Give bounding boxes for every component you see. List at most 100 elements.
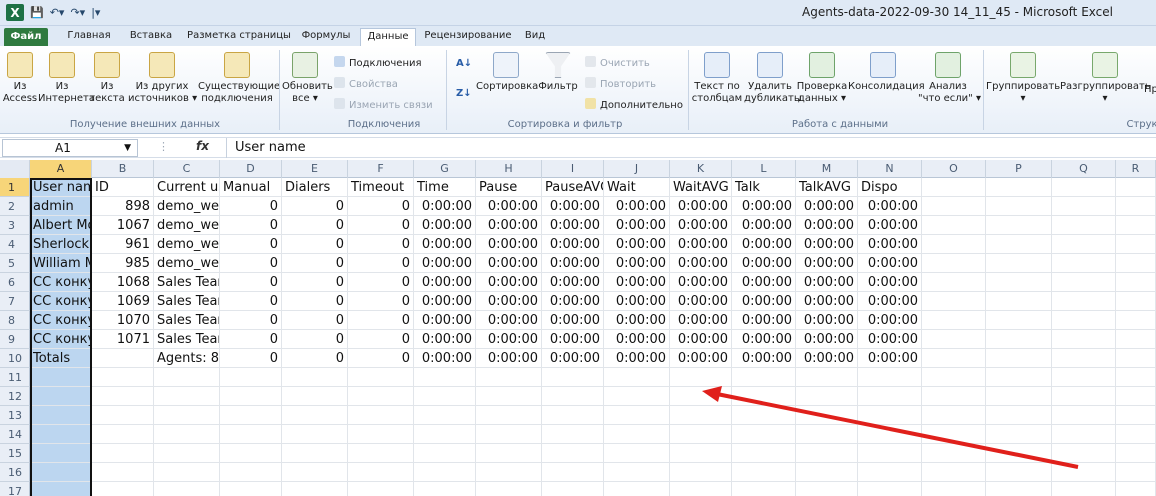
cell-o9[interactable]: [922, 330, 986, 349]
cell-m12[interactable]: [796, 387, 858, 406]
cell-q7[interactable]: [1052, 292, 1116, 311]
cell-i1[interactable]: PauseAVG: [542, 178, 604, 197]
from-other-sources-button[interactable]: Из других источников ▾: [128, 52, 197, 105]
cell-p2[interactable]: [986, 197, 1052, 216]
cell-g6[interactable]: 0:00:00: [414, 273, 476, 292]
tab-data[interactable]: Данные: [360, 28, 416, 46]
column-header-n[interactable]: N: [858, 160, 922, 178]
cell-b8[interactable]: 1070: [92, 311, 154, 330]
cell-k15[interactable]: [670, 444, 732, 463]
cell-m13[interactable]: [796, 406, 858, 425]
cell-k3[interactable]: 0:00:00: [670, 216, 732, 235]
cell-i9[interactable]: 0:00:00: [542, 330, 604, 349]
cell-n7[interactable]: 0:00:00: [858, 292, 922, 311]
cell-h12[interactable]: [476, 387, 542, 406]
cell-q4[interactable]: [1052, 235, 1116, 254]
select-all-corner[interactable]: [0, 160, 30, 178]
cell-n14[interactable]: [858, 425, 922, 444]
row-header-2[interactable]: 2: [0, 197, 30, 216]
filter-button[interactable]: Фильтр: [538, 52, 578, 93]
consolidate-button[interactable]: Консолидация: [848, 52, 925, 93]
cell-c9[interactable]: Sales Tean: [154, 330, 220, 349]
cell-h17[interactable]: [476, 482, 542, 496]
cell-b12[interactable]: [92, 387, 154, 406]
cell-n11[interactable]: [858, 368, 922, 387]
cell-a13[interactable]: [30, 406, 92, 425]
cell-k5[interactable]: 0:00:00: [670, 254, 732, 273]
cell-r17[interactable]: [1116, 482, 1156, 496]
cell-c4[interactable]: demo_wel: [154, 235, 220, 254]
cell-g5[interactable]: 0:00:00: [414, 254, 476, 273]
cell-i13[interactable]: [542, 406, 604, 425]
cell-a4[interactable]: Sherlock H: [30, 235, 92, 254]
cell-q9[interactable]: [1052, 330, 1116, 349]
cell-l3[interactable]: 0:00:00: [732, 216, 796, 235]
cell-o2[interactable]: [922, 197, 986, 216]
cell-h15[interactable]: [476, 444, 542, 463]
cell-p7[interactable]: [986, 292, 1052, 311]
cell-m7[interactable]: 0:00:00: [796, 292, 858, 311]
cell-a11[interactable]: [30, 368, 92, 387]
cell-r4[interactable]: [1116, 235, 1156, 254]
text-to-columns-button[interactable]: Текст по столбцам: [690, 52, 744, 105]
cell-c8[interactable]: Sales Tean: [154, 311, 220, 330]
cell-g17[interactable]: [414, 482, 476, 496]
insert-function-icon[interactable]: fx: [196, 139, 209, 153]
name-box-dropdown-icon[interactable]: ▼: [124, 140, 131, 157]
cell-n17[interactable]: [858, 482, 922, 496]
existing-connections-button[interactable]: Существующие подключения: [198, 52, 280, 105]
cell-d5[interactable]: 0: [220, 254, 282, 273]
cell-l14[interactable]: [732, 425, 796, 444]
cell-d8[interactable]: 0: [220, 311, 282, 330]
cell-a1[interactable]: User name: [30, 178, 92, 197]
cell-p9[interactable]: [986, 330, 1052, 349]
row-header-10[interactable]: 10: [0, 349, 30, 368]
row-header-16[interactable]: 16: [0, 463, 30, 482]
cell-a12[interactable]: [30, 387, 92, 406]
column-header-j[interactable]: J: [604, 160, 670, 178]
cell-g1[interactable]: Time: [414, 178, 476, 197]
cell-c5[interactable]: demo_wel: [154, 254, 220, 273]
row-header-13[interactable]: 13: [0, 406, 30, 425]
cell-p14[interactable]: [986, 425, 1052, 444]
cell-c12[interactable]: [154, 387, 220, 406]
cell-g9[interactable]: 0:00:00: [414, 330, 476, 349]
cell-j16[interactable]: [604, 463, 670, 482]
cell-i5[interactable]: 0:00:00: [542, 254, 604, 273]
cell-b10[interactable]: [92, 349, 154, 368]
cell-f9[interactable]: 0: [348, 330, 414, 349]
cell-h5[interactable]: 0:00:00: [476, 254, 542, 273]
cell-l11[interactable]: [732, 368, 796, 387]
cell-d6[interactable]: 0: [220, 273, 282, 292]
cell-c17[interactable]: [154, 482, 220, 496]
cell-m9[interactable]: 0:00:00: [796, 330, 858, 349]
cell-q15[interactable]: [1052, 444, 1116, 463]
cell-q1[interactable]: [1052, 178, 1116, 197]
cell-c10[interactable]: Agents: 8: [154, 349, 220, 368]
column-header-o[interactable]: O: [922, 160, 986, 178]
cell-j15[interactable]: [604, 444, 670, 463]
cell-j17[interactable]: [604, 482, 670, 496]
cell-b17[interactable]: [92, 482, 154, 496]
row-header-1[interactable]: 1: [0, 178, 30, 197]
formula-input[interactable]: User name: [226, 138, 1156, 158]
cell-f5[interactable]: 0: [348, 254, 414, 273]
cell-p13[interactable]: [986, 406, 1052, 425]
cell-b13[interactable]: [92, 406, 154, 425]
cell-a16[interactable]: [30, 463, 92, 482]
row-header-8[interactable]: 8: [0, 311, 30, 330]
column-header-q[interactable]: Q: [1052, 160, 1116, 178]
cell-j9[interactable]: 0:00:00: [604, 330, 670, 349]
cell-r16[interactable]: [1116, 463, 1156, 482]
cell-g13[interactable]: [414, 406, 476, 425]
cell-e5[interactable]: 0: [282, 254, 348, 273]
cell-a8[interactable]: CC конкур: [30, 311, 92, 330]
cell-f16[interactable]: [348, 463, 414, 482]
cell-d15[interactable]: [220, 444, 282, 463]
cell-c13[interactable]: [154, 406, 220, 425]
remove-duplicates-button[interactable]: Удалить дубликаты: [744, 52, 802, 105]
cell-k1[interactable]: WaitAVG: [670, 178, 732, 197]
sort-button[interactable]: Сортировка: [476, 52, 538, 93]
cell-a3[interactable]: Albert Mo: [30, 216, 92, 235]
cell-f8[interactable]: 0: [348, 311, 414, 330]
